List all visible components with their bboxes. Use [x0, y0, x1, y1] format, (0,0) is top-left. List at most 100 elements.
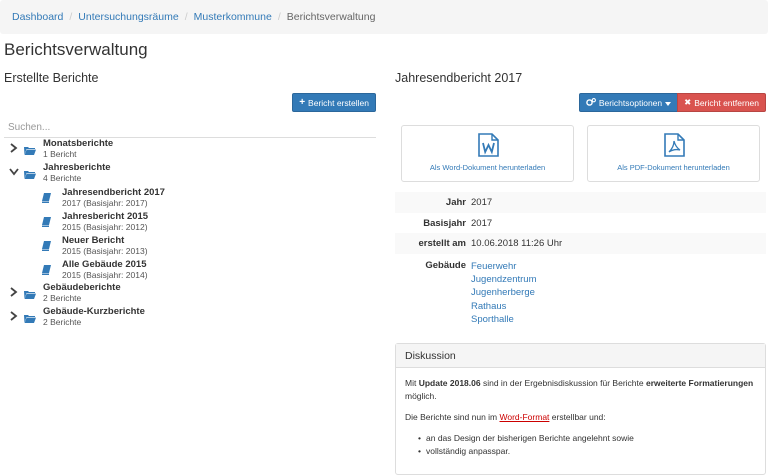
- report-name: Jahresendbericht 2017: [62, 187, 165, 198]
- breadcrumb-musterkommune[interactable]: Musterkommune: [194, 11, 272, 23]
- folder-icon: [24, 288, 36, 299]
- breadcrumb-current: Berichtsverwaltung: [286, 11, 376, 23]
- tree-folder-gebaeudeberichte[interactable]: Gebäudeberichte 2 Berichte: [4, 282, 376, 306]
- tree-folder-count: 2 Berichte: [43, 293, 82, 303]
- create-report-button[interactable]: + Bericht erstellen: [292, 93, 376, 112]
- info-label: Gebäude: [425, 260, 466, 271]
- tree-report-jahresbericht-2015[interactable]: Jahresbericht 2015 2015 (Basisjahr: 2012…: [4, 210, 376, 234]
- building-link[interactable]: Sporthalle: [471, 313, 536, 326]
- breadcrumb-dashboard[interactable]: Dashboard: [12, 11, 63, 23]
- report-detail-column: Jahresendbericht 2017 Berichtsoptionen ✖…: [395, 66, 766, 475]
- info-row-jahr: Jahr 2017: [395, 192, 766, 213]
- breadcrumb-separator: /: [184, 11, 188, 23]
- download-pdf-label: Als PDF-Dokument herunterladen: [617, 163, 730, 172]
- tree-folder-monatsberichte[interactable]: Monatsberichte 1 Bericht: [4, 138, 376, 162]
- folder-icon: [24, 312, 36, 323]
- delete-report-label: Bericht entfernen: [694, 97, 759, 108]
- report-meta: 2015 (Basisjahr: 2012): [62, 222, 148, 232]
- tree-folder-count: 4 Berichte: [43, 173, 82, 183]
- report-options-button[interactable]: Berichtsoptionen: [578, 93, 679, 112]
- tree-folder-name: Monatsberichte: [43, 138, 114, 149]
- tree-folder-name: Jahresberichte: [43, 162, 111, 173]
- tree-folder-jahresberichte[interactable]: Jahresberichte 4 Berichte: [4, 162, 376, 186]
- report-name: Jahresbericht 2015: [62, 211, 149, 222]
- info-value: 10.06.2018 11:26 Uhr: [471, 238, 563, 249]
- text-segment: Die Berichte sind nun im: [405, 412, 500, 422]
- tree-folder-name: Gebäude-Kurzberichte: [43, 306, 145, 317]
- tree-folder-gebaeude-kurzberichte[interactable]: Gebäude-Kurzberichte 2 Berichte: [4, 306, 376, 330]
- breadcrumb-separator: /: [69, 11, 73, 23]
- page-title: Berichtsverwaltung: [4, 40, 148, 59]
- report-detail-heading: Jahresendbericht 2017: [395, 71, 523, 85]
- folder-icon: [24, 144, 36, 155]
- text-segment: sind in der Ergebnisdiskussion für Beric…: [480, 378, 646, 388]
- book-icon: [42, 192, 51, 203]
- report-tree: Monatsberichte 1 Bericht Jahresberichte …: [4, 138, 376, 330]
- download-word-label: Als Word-Dokument herunterladen: [429, 163, 546, 172]
- plus-icon: +: [299, 97, 306, 108]
- discussion-bullet-list: an das Design der bisherigen Berichte an…: [405, 432, 756, 458]
- breadcrumb-untersuchungsraeume[interactable]: Untersuchungsräume: [78, 11, 178, 23]
- report-name: Neuer Bericht: [62, 235, 125, 246]
- chevron-right-icon[interactable]: [9, 287, 18, 297]
- text-bold: erweiterte Formatierungen: [645, 378, 754, 388]
- chevron-right-icon[interactable]: [9, 311, 18, 321]
- discussion-paragraph: Die Berichte sind nun im Word-Format ers…: [405, 411, 756, 424]
- report-meta: 2015 (Basisjahr: 2014): [62, 270, 148, 280]
- tree-report-neuer-bericht[interactable]: Neuer Bericht 2015 (Basisjahr: 2013): [4, 234, 376, 258]
- tree-folder-count: 1 Bericht: [43, 149, 77, 159]
- report-meta: 2017 (Basisjahr: 2017): [62, 198, 148, 208]
- text-segment: Mit: [405, 378, 419, 388]
- chevron-down-icon[interactable]: [9, 167, 19, 177]
- tree-folder-name: Gebäudeberichte: [43, 282, 121, 293]
- download-word-card[interactable]: Als Word-Dokument herunterladen: [401, 125, 574, 182]
- tree-report-alle-gebaeude-2015[interactable]: Alle Gebäude 2015 2015 (Basisjahr: 2014): [4, 258, 376, 282]
- word-format-link[interactable]: Word-Format: [500, 412, 550, 422]
- discussion-title: Diskussion: [396, 344, 765, 368]
- text-bold: Update 2018.06: [418, 378, 481, 388]
- search-input[interactable]: Suchen...: [4, 116, 376, 138]
- folder-open-icon: [24, 168, 36, 179]
- bullet-item: an das Design der bisherigen Berichte an…: [418, 432, 756, 445]
- info-row-gebaeude: Gebäude Feuerwehr Jugendzentrum Jugenher…: [395, 254, 766, 326]
- breadcrumb-separator: /: [277, 11, 281, 23]
- info-label: Jahr: [445, 197, 466, 208]
- building-link[interactable]: Rathaus: [471, 300, 536, 313]
- info-label: Basisjahr: [423, 217, 466, 229]
- report-info-table: Jahr 2017 Basisjahr 2017 erstellt am 10.…: [395, 192, 766, 326]
- close-icon: ✖: [684, 97, 692, 107]
- create-report-label: Bericht erstellen: [308, 97, 369, 108]
- info-value: 2017: [471, 217, 493, 229]
- report-meta: 2015 (Basisjahr: 2013): [62, 246, 148, 256]
- file-pdf-icon: [664, 133, 685, 157]
- book-icon: [42, 216, 51, 227]
- book-icon: [42, 264, 51, 275]
- info-value: 2017: [471, 197, 493, 208]
- info-label: erstellt am: [418, 238, 466, 249]
- tree-folder-count: 2 Berichte: [43, 317, 82, 327]
- report-options-label: Berichtsoptionen: [598, 97, 663, 108]
- building-link[interactable]: Feuerwehr: [471, 260, 536, 273]
- reports-list-column: Erstellte Berichte + Bericht erstellen S…: [4, 66, 376, 327]
- tree-report-jahresendbericht-2017[interactable]: Jahresendbericht 2017 2017 (Basisjahr: 2…: [4, 186, 376, 210]
- file-word-icon: [478, 133, 499, 157]
- book-icon: [42, 240, 51, 251]
- discussion-panel: Diskussion Mit Update 2018.06 sind in de…: [395, 343, 766, 475]
- breadcrumb: Dashboard / Untersuchungsräume / Musterk…: [0, 0, 768, 34]
- caret-down-icon: [665, 98, 672, 108]
- bullet-item: vollständig anpasspar.: [418, 445, 756, 458]
- reports-list-heading: Erstellte Berichte: [4, 71, 99, 85]
- download-pdf-card[interactable]: Als PDF-Dokument herunterladen: [587, 125, 760, 182]
- cogs-icon: [586, 97, 596, 108]
- discussion-paragraph: Mit Update 2018.06 sind in der Ergebnisd…: [405, 377, 756, 403]
- discussion-body: Mit Update 2018.06 sind in der Ergebnisd…: [396, 368, 765, 467]
- building-link[interactable]: Jugenherberge: [471, 286, 536, 299]
- text-segment: möglich.: [405, 391, 437, 401]
- chevron-right-icon[interactable]: [9, 143, 18, 153]
- report-name: Alle Gebäude 2015: [62, 259, 147, 270]
- info-row-erstellt: erstellt am 10.06.2018 11:26 Uhr: [395, 233, 766, 254]
- building-link[interactable]: Jugendzentrum: [471, 273, 536, 286]
- info-row-basisjahr: Basisjahr 2017: [395, 213, 766, 233]
- building-list: Feuerwehr Jugendzentrum Jugenherberge Ra…: [471, 260, 536, 326]
- delete-report-button[interactable]: ✖ Bericht entfernen: [677, 93, 766, 112]
